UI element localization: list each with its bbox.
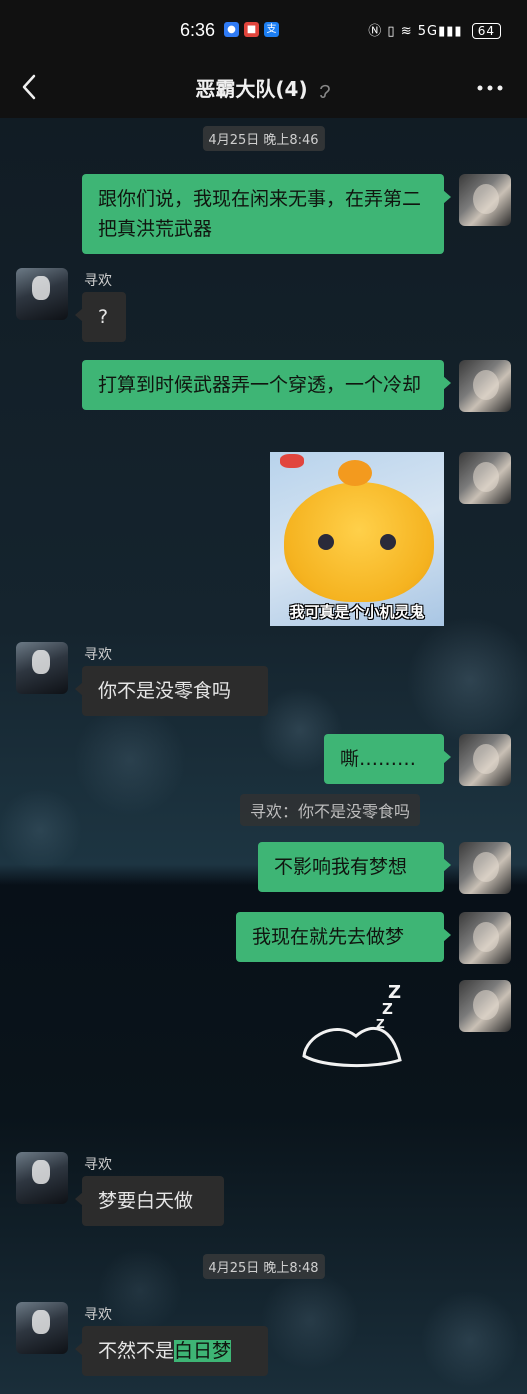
timestamp: 4月25日 晚上8:46 bbox=[202, 126, 325, 151]
timestamp: 4月25日 晚上8:48 bbox=[202, 1254, 325, 1279]
message-bubble-self[interactable]: 嘶……… bbox=[324, 734, 451, 784]
avatar[interactable] bbox=[459, 912, 511, 964]
sender-name: 寻欢 bbox=[84, 1307, 112, 1323]
message-icon: ● bbox=[224, 22, 239, 37]
chat-header: 恶霸大队(4) bbox=[0, 58, 527, 118]
message-bubble-other[interactable]: ? bbox=[75, 292, 126, 342]
alipay-icon: 支 bbox=[264, 22, 279, 37]
more-icon[interactable] bbox=[475, 78, 505, 98]
quoted-message[interactable]: 寻欢：你不是没零食吗 bbox=[240, 794, 421, 826]
wifi-icon: ≋ bbox=[400, 24, 413, 39]
network-label: 5G bbox=[417, 24, 439, 39]
message-bubble-other[interactable]: 不然不是白日梦 bbox=[75, 1326, 268, 1376]
orange-decoration bbox=[338, 460, 372, 486]
sticker-eye bbox=[318, 534, 334, 550]
avatar[interactable] bbox=[16, 268, 68, 320]
sticker-caption: 我可真是个小机灵鬼 bbox=[289, 603, 425, 621]
message-text: 不然不是 bbox=[98, 1340, 175, 1362]
sticker-image[interactable]: 我可真是个小机灵鬼 bbox=[270, 452, 444, 626]
chat-title-wrap: 恶霸大队(4) bbox=[0, 73, 527, 102]
app-icon: ■ bbox=[244, 22, 259, 37]
system-icons: Ⓝ ▯ ≋ 5G▮▮▮ 64 bbox=[368, 20, 501, 39]
sender-name: 寻欢 bbox=[84, 273, 112, 289]
signal-icon: ▮▮▮ bbox=[438, 24, 463, 39]
battery-level: 64 bbox=[477, 24, 495, 38]
avatar[interactable] bbox=[459, 734, 511, 786]
status-time: 6:36 bbox=[180, 20, 216, 40]
message-bubble-self[interactable]: 不影响我有梦想 bbox=[258, 842, 451, 892]
avatar[interactable] bbox=[459, 452, 511, 504]
message-bubble-self[interactable]: 跟你们说，我现在闲来无事，在弄第二把真洪荒武器 bbox=[82, 174, 451, 254]
sender-name: 寻欢 bbox=[84, 1157, 112, 1173]
ear-icon bbox=[319, 84, 330, 98]
avatar[interactable] bbox=[459, 174, 511, 226]
sender-name: 寻欢 bbox=[84, 647, 112, 663]
message-bubble-other[interactable]: 梦要白天做 bbox=[75, 1176, 224, 1226]
sticker-eye bbox=[380, 534, 396, 550]
nfc-icon: Ⓝ bbox=[368, 24, 383, 39]
avatar[interactable] bbox=[16, 1152, 68, 1204]
avatar[interactable] bbox=[16, 642, 68, 694]
avatar[interactable] bbox=[459, 980, 511, 1032]
chat-title: 恶霸大队(4) bbox=[195, 77, 308, 101]
bow-decoration bbox=[280, 454, 304, 468]
avatar[interactable] bbox=[459, 360, 511, 412]
message-bubble-self[interactable]: 我现在就先去做梦 bbox=[236, 912, 451, 962]
svg-text:Z: Z bbox=[382, 1000, 393, 1018]
avatar[interactable] bbox=[459, 842, 511, 894]
battery-icon: 64 bbox=[471, 23, 501, 39]
status-bar: 6:36 ● ■ 支 Ⓝ ▯ ≋ 5G▮▮▮ 64 bbox=[0, 0, 527, 58]
message-bubble-self[interactable]: 打算到时候武器弄一个穿透，一个冷却 bbox=[82, 360, 451, 410]
sticker-character bbox=[284, 482, 434, 602]
vibrate-icon: ▯ bbox=[387, 24, 396, 39]
svg-text:Z: Z bbox=[376, 1017, 385, 1031]
message-bubble-other[interactable]: 你不是没零食吗 bbox=[75, 666, 268, 716]
selected-text-highlight[interactable]: 白日梦 bbox=[174, 1340, 232, 1362]
zzz-sleep-sticker[interactable]: Z Z Z bbox=[296, 980, 416, 1076]
avatar[interactable] bbox=[16, 1302, 68, 1354]
